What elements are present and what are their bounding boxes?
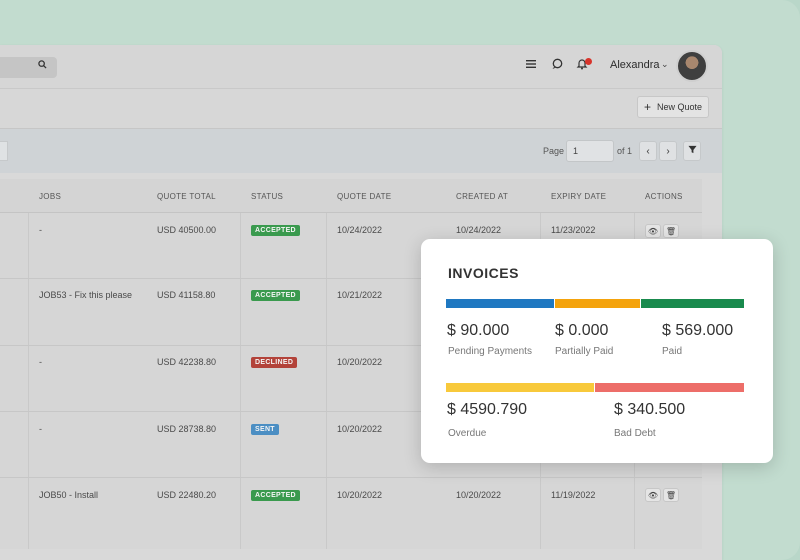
status-badge: ACCEPTED <box>251 225 300 236</box>
cell-quote-date: 10/24/2022 <box>337 225 383 235</box>
cell-quote-date: 10/20/2022 <box>337 357 383 367</box>
cell-quote-date: 10/21/2022 <box>337 290 383 300</box>
delete-button[interactable]: 🗑 <box>663 224 679 238</box>
filter-input-stub[interactable] <box>0 141 8 161</box>
cell-total: USD 40500.00 <box>157 225 217 235</box>
view-button[interactable]: 👁 <box>645 488 661 502</box>
header-jobs[interactable]: JOBS <box>39 192 61 201</box>
top-bar: Alexandra ⌄ <box>0 45 722 89</box>
cell-total: USD 41158.80 <box>157 290 216 300</box>
bad-debt-amount: $ 340.500 <box>614 401 686 418</box>
page-input[interactable]: 1 <box>566 140 614 162</box>
chevron-down-icon[interactable]: ⌄ <box>661 59 669 70</box>
header-quote-date[interactable]: QUOTE DATE <box>337 192 391 201</box>
trash-icon: 🗑 <box>665 226 677 236</box>
cell-job: JOB50 - Install <box>39 490 99 500</box>
status-badge: DECLINED <box>251 357 298 368</box>
paid-bar <box>641 299 744 308</box>
table-header: JOBS QUOTE TOTAL STATUS QUOTE DATE CREAT… <box>0 179 702 213</box>
cell-expiry: 11/19/2022 <box>551 490 596 500</box>
search-icon[interactable] <box>38 60 47 72</box>
table-row[interactable]: JOB50 - Install USD 22480.20 ACCEPTED 10… <box>0 478 702 549</box>
new-quote-button[interactable]: + New Quote <box>637 96 709 118</box>
page-label: Page <box>543 146 565 156</box>
filter-button[interactable] <box>683 141 701 161</box>
notification-dot <box>585 58 592 65</box>
plus-icon: + <box>643 100 651 114</box>
eye-icon: 👁 <box>647 226 659 236</box>
filter-icon <box>687 145 697 157</box>
cell-total: USD 42238.80 <box>157 357 217 367</box>
new-quote-label: New Quote <box>656 102 703 112</box>
cell-expiry: 11/23/2022 <box>551 225 596 235</box>
cell-job: - <box>39 424 42 434</box>
user-name[interactable]: Alexandra <box>610 59 660 71</box>
cell-total: USD 22480.20 <box>157 490 217 500</box>
cell-total: USD 28738.80 <box>157 424 217 434</box>
chevron-left-icon: ‹ <box>646 145 650 157</box>
menu-icon[interactable] <box>525 58 537 72</box>
invoices-title: INVOICES <box>448 265 519 281</box>
paid-label: Paid <box>662 346 683 357</box>
partially-paid-bar <box>555 299 640 308</box>
overdue-amount: $ 4590.790 <box>447 401 528 418</box>
avatar[interactable] <box>676 50 708 82</box>
pending-payments-bar <box>446 299 554 308</box>
header-status[interactable]: STATUS <box>251 192 283 201</box>
cell-job: - <box>39 225 42 235</box>
pager-bar: Page 1 of 1 ‹ › <box>0 129 722 173</box>
chat-icon[interactable] <box>551 58 563 72</box>
cell-quote-date: 10/20/2022 <box>337 424 383 434</box>
chevron-right-icon: › <box>666 145 670 157</box>
delete-button[interactable]: 🗑 <box>663 488 679 502</box>
bad-debt-label: Bad Debt <box>614 428 656 439</box>
status-badge: ACCEPTED <box>251 490 300 501</box>
trash-icon: 🗑 <box>665 490 677 500</box>
partially-paid-label: Partially Paid <box>555 346 614 357</box>
view-button[interactable]: 👁 <box>645 224 661 238</box>
paid-amount: $ 569.000 <box>662 322 734 339</box>
action-bar <box>0 89 722 129</box>
overdue-bar <box>446 383 594 392</box>
partially-paid-amount: $ 0.000 <box>555 322 609 339</box>
overdue-label: Overdue <box>448 428 487 439</box>
search-input[interactable] <box>0 57 57 78</box>
cell-job: - <box>39 357 42 367</box>
page-of-label: of 1 <box>617 146 633 156</box>
status-badge: ACCEPTED <box>251 290 300 301</box>
header-created-at[interactable]: CREATED AT <box>456 192 508 201</box>
header-expiry-date[interactable]: EXPIRY DATE <box>551 192 606 201</box>
invoices-card: INVOICES $ 90.000 Pending Payments $ 0.0… <box>421 239 773 463</box>
next-page-button[interactable]: › <box>659 141 677 161</box>
status-badge: SENT <box>251 424 279 435</box>
cell-job: JOB53 - Fix this please <box>39 290 133 300</box>
eye-icon: 👁 <box>647 490 659 500</box>
pending-payments-amount: $ 90.000 <box>447 322 510 339</box>
cell-created-at: 10/24/2022 <box>456 225 502 235</box>
cell-quote-date: 10/20/2022 <box>337 490 383 500</box>
prev-page-button[interactable]: ‹ <box>639 141 657 161</box>
header-quote-total[interactable]: QUOTE TOTAL <box>157 192 216 201</box>
cell-created-at: 10/20/2022 <box>456 490 502 500</box>
header-actions: ACTIONS <box>645 192 683 201</box>
bad-debt-bar <box>595 383 744 392</box>
pending-payments-label: Pending Payments <box>448 346 532 357</box>
